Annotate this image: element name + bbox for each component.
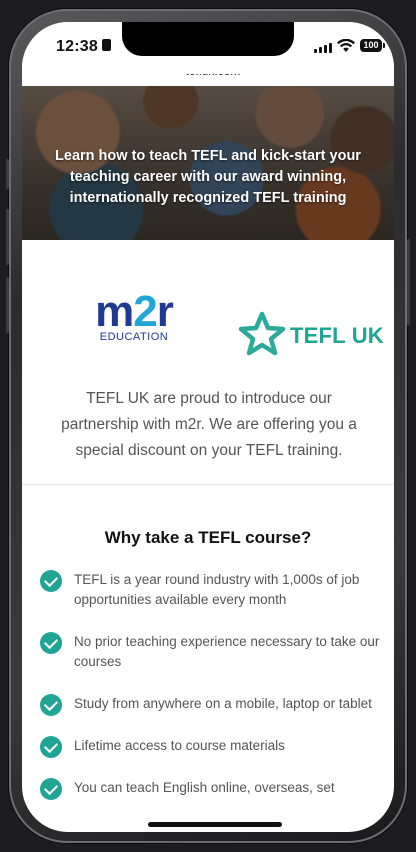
power-button	[407, 239, 410, 325]
volume-up-button	[6, 209, 9, 265]
tefl-star-icon	[238, 311, 286, 356]
home-indicator[interactable]	[148, 822, 282, 827]
benefit-text: No prior teaching experience necessary t…	[74, 634, 380, 669]
hero-heading: Learn how to teach TEFL and kick-start y…	[55, 148, 361, 206]
battery-icon: 100	[360, 39, 385, 52]
phone-screen: 12:38 100 tefluk.com Learn how to teach …	[22, 22, 394, 832]
screen-lock-icon	[102, 39, 111, 51]
why-section-title: Why take a TEFL course?	[104, 528, 312, 547]
check-circle-icon	[40, 778, 62, 800]
section-divider	[22, 484, 394, 485]
hero-banner: Learn how to teach TEFL and kick-start y…	[22, 86, 394, 240]
tefl-uk-logo: TEFL UK	[238, 310, 388, 356]
partnership-intro: TEFL UK are proud to introduce our partn…	[61, 390, 357, 459]
volume-down-button	[6, 277, 9, 333]
tefl-uk-wordmark: TEFL UK	[290, 323, 384, 348]
check-circle-icon	[40, 694, 62, 716]
wifi-icon	[337, 39, 355, 52]
benefits-list: TEFL is a year round industry with 1,000…	[40, 570, 380, 800]
check-circle-icon	[40, 570, 62, 592]
camera-notch	[122, 22, 294, 56]
m2r-wordmark: m2r	[95, 287, 174, 336]
check-circle-icon	[40, 736, 62, 758]
benefit-text: You can teach English online, overseas, …	[74, 780, 335, 795]
check-circle-icon	[40, 632, 62, 654]
benefit-text: Study from anywhere on a mobile, laptop …	[74, 696, 372, 711]
benefit-item: Lifetime access to course materials	[40, 736, 380, 758]
partner-logos: m2r EDUCATION TEFL UK	[22, 240, 394, 370]
benefit-text: Lifetime access to course materials	[74, 738, 285, 753]
status-time: 12:38	[56, 38, 98, 55]
mute-switch	[6, 159, 9, 189]
benefit-item: TEFL is a year round industry with 1,000…	[40, 570, 380, 610]
benefit-text: TEFL is a year round industry with 1,000…	[74, 572, 360, 607]
benefit-item: You can teach English online, overseas, …	[40, 778, 380, 800]
cellular-signal-icon	[314, 42, 334, 53]
benefit-item: No prior teaching experience necessary t…	[40, 632, 380, 672]
m2r-education-logo: m2r EDUCATION	[82, 287, 186, 344]
benefit-item: Study from anywhere on a mobile, laptop …	[40, 694, 380, 716]
